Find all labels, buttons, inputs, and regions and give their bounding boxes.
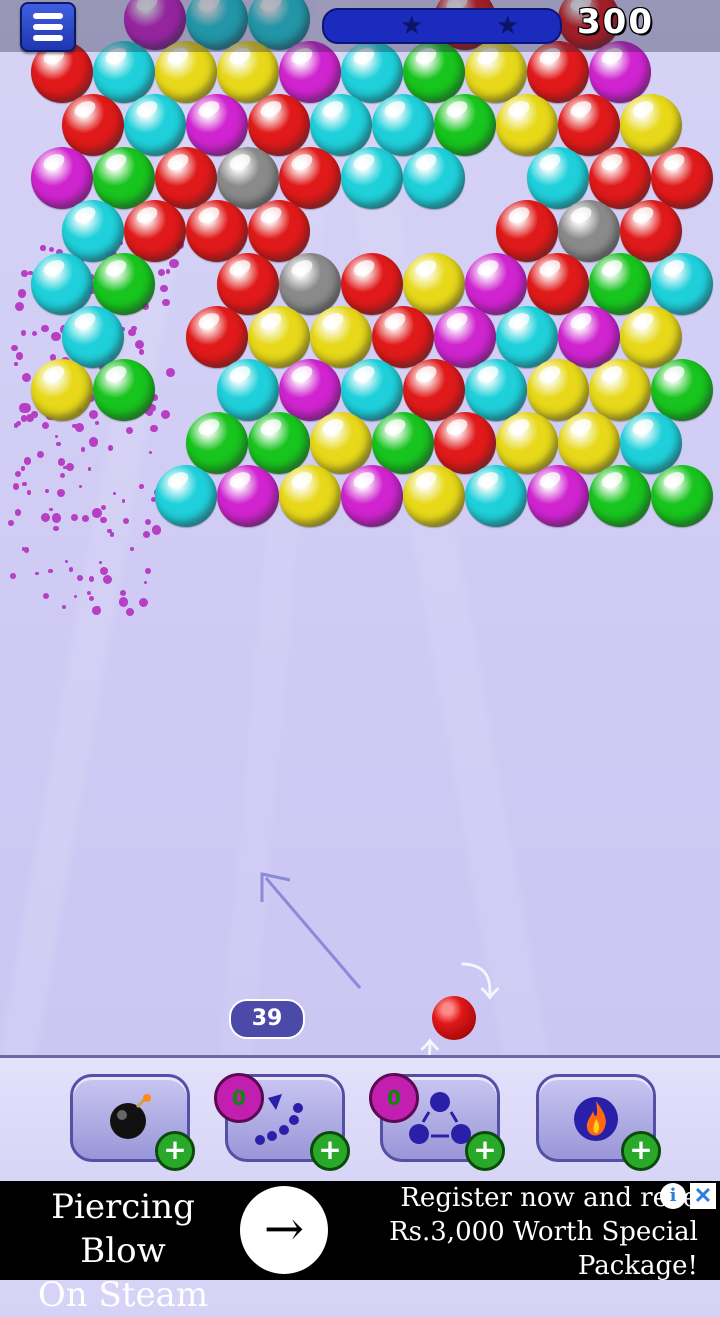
ad-headline-line: Piercing Blow xyxy=(51,1187,195,1271)
fire-powerup-button[interactable]: + xyxy=(536,1074,661,1171)
add-powerup-button[interactable]: + xyxy=(310,1131,350,1171)
add-powerup-button[interactable]: + xyxy=(621,1131,661,1171)
ad-headline: Piercing Blow On Steam xyxy=(8,1185,238,1317)
ad-arrow-icon[interactable]: → xyxy=(240,1186,328,1274)
ad-banner[interactable]: Piercing Blow On Steam → Register now an… xyxy=(0,1181,720,1315)
current-bubble-launcher[interactable] xyxy=(432,996,476,1040)
fire-icon xyxy=(574,1097,618,1141)
aim-arrow xyxy=(260,872,362,989)
add-powerup-button[interactable]: + xyxy=(465,1131,505,1171)
ad-close-icon[interactable]: ✕ xyxy=(690,1183,716,1209)
add-powerup-button[interactable]: + xyxy=(155,1131,195,1171)
shots-remaining-badge: 39 xyxy=(229,999,305,1039)
ad-body: Register now and rece Rs.3,000 Worth Spe… xyxy=(368,1181,698,1283)
powerup-count-badge: 0 xyxy=(369,1073,419,1123)
bomb-powerup-button[interactable]: + xyxy=(70,1074,195,1171)
powerup-count-badge: 0 xyxy=(214,1073,264,1123)
ad-info-icon[interactable]: i xyxy=(660,1183,686,1209)
bomb-icon xyxy=(110,1094,151,1139)
color-swap-powerup-button[interactable]: 0 + xyxy=(369,1073,505,1171)
ad-body-line: Rs.3,000 Worth Special xyxy=(389,1217,698,1247)
ad-body-line: Package! xyxy=(577,1251,698,1281)
aim-guide-powerup-button[interactable]: 0 + xyxy=(214,1073,350,1171)
ad-body-line: Register now and rece xyxy=(400,1183,698,1213)
